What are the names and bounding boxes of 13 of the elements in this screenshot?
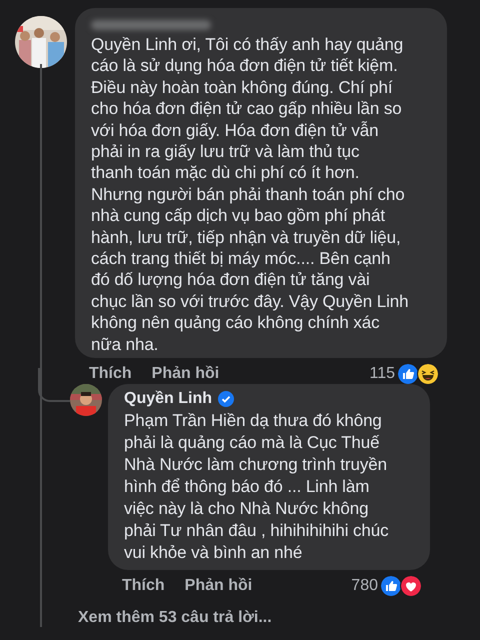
- more-replies-link[interactable]: Xem thêm 53 câu trả lời...: [78, 609, 272, 628]
- reply-text: Phạm Trần Hiền dạ thưa đó không phải là quảng cáo mà là Cục Thuế Nhà Nước làm chương trình truyền hình để thông báo đó ... Linh làm việc này là cho Nhà Nước không phải Tư nhân đâu , hihihihihihi chúc vui khỏe và bình an nhé: [124, 410, 390, 564]
- action-link[interactable]: Phản hồi: [184, 577, 252, 596]
- like-reaction-icon: [380, 575, 402, 598]
- reaction-count: 115: [369, 365, 395, 384]
- author-name[interactable]: Quyền Linh: [124, 390, 212, 408]
- action-link[interactable]: Thích: [89, 365, 132, 384]
- action-link[interactable]: Thích: [122, 577, 165, 596]
- laughing-emoji-icon: [417, 363, 439, 386]
- action-link[interactable]: Phản hồi: [152, 365, 220, 384]
- comment-text: Quyền Linh ơi, Tôi có thấy anh hay quảng cáo là sử dụng hóa đơn điện tử tiết kiệm. Điều này hoàn toàn không đúng. Chí phí cho hóa đơn điện tử cao gấp nhiều lần so với hóa đơn giấy. Hóa đơn điện tử vẫn phải in ra giấy lưu trữ và làm thủ tục thanh toán mặc dù chi phí có ít hơn. Nhưng người bán phải thanh toán phí cho nhà cung cấp dịch vụ bao gồm phí phát hành, lưu trữ, tiếp nhận và truyền dữ liệu, cách trang thiết bị máy móc.... Bên cạnh đó dố lượng hóa đơn điện tử tăng vài chục lần so với trước đây. Vậy Quyền Linh không nên quảng cáo không chính xác nữa nha.: [91, 34, 410, 356]
- reaction-count: 780: [351, 577, 378, 596]
- heart-reaction-icon: [400, 575, 422, 598]
